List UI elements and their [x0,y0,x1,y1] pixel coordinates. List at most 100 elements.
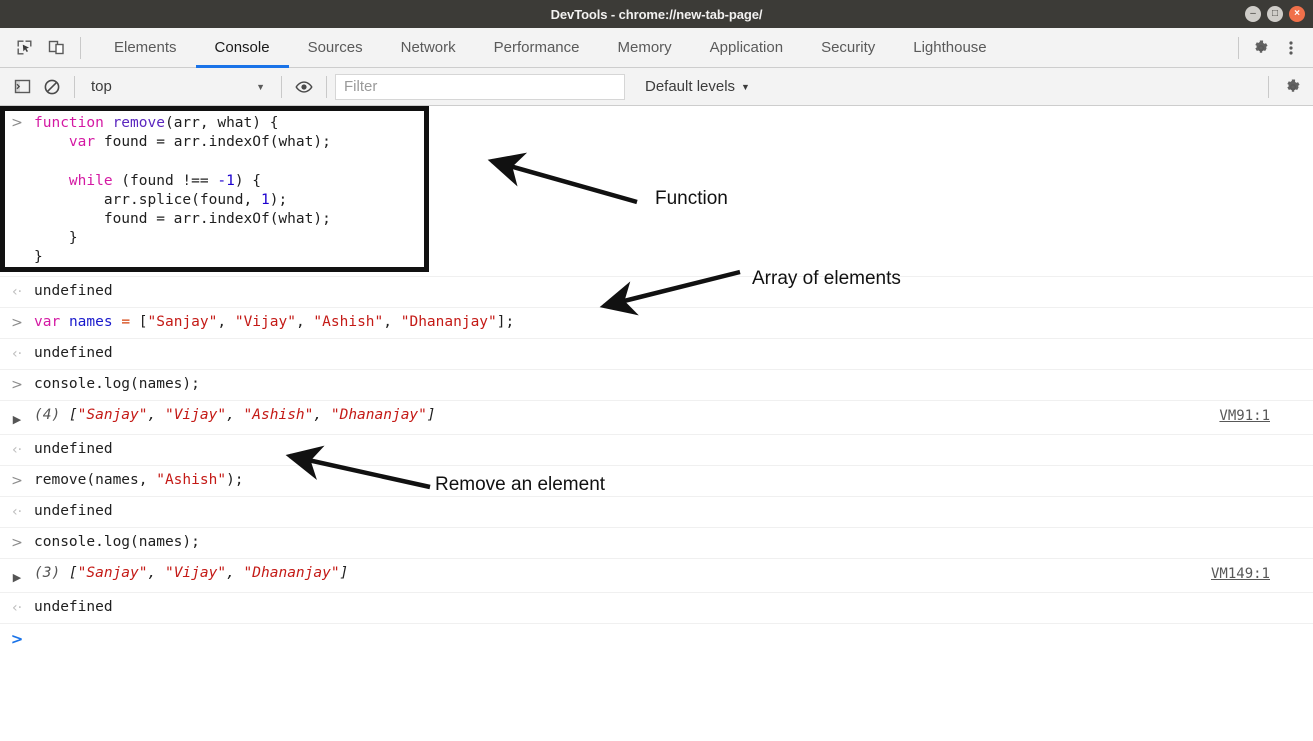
devtools-tool-icons [0,28,95,67]
code-token: "Dhananjay" [330,406,427,423]
tab-lighthouse-label: Lighthouse [913,39,987,56]
tab-console[interactable]: Console [195,28,289,68]
tab-elements[interactable]: Elements [95,28,196,67]
gear-icon [1255,40,1268,53]
tabbar-right-controls [1232,28,1313,67]
code-token: [ [68,406,78,423]
tab-elements-label: Elements [114,39,177,56]
code-token: -1 [217,172,235,189]
code-token: undefined [34,344,113,361]
minimize-button[interactable]: – [1245,6,1261,22]
input-prompt-icon: > [11,314,23,331]
tab-sources[interactable]: Sources [289,28,382,67]
code-token: "Ashish" [156,471,227,488]
code-token: "Vijay" [234,313,296,330]
chevron-down-icon: ▼ [256,81,265,92]
console-sidebar-toggle-button[interactable] [8,73,36,101]
console-row-remove-call[interactable]: > remove(names, "Ashish"); [0,466,1313,497]
code-token: console.log(names); [34,533,200,550]
execution-context-select[interactable]: top ▼ [83,74,273,100]
devtools-tabbar: Elements Console Sources Network Perform… [0,28,1313,68]
code-token: [ [68,564,78,581]
expand-arrow-icon[interactable]: ▶ [0,406,34,429]
tab-lighthouse[interactable]: Lighthouse [894,28,1005,67]
console-toolbar-divider-3 [326,75,327,98]
code-token: found = arr.indexOf(what); [34,211,331,228]
output-prompt-icon: ‹· [11,441,23,458]
clear-console-button[interactable] [38,73,66,101]
inspect-element-button[interactable] [10,34,38,62]
console-row-content: undefined [34,282,1313,301]
window-controls: – □ × [1245,0,1305,28]
console-settings-button[interactable] [1279,73,1307,101]
code-token: console.log(names); [34,375,200,392]
console-row-content: remove(names, "Ashish"); [34,471,1313,490]
input-prompt-icon: > [11,376,23,393]
console-row-content: (4) ["Sanjay", "Vijay", "Ashish", "Dhana… [34,406,1313,425]
close-button[interactable]: × [1289,6,1305,22]
console-toolbar-divider-2 [281,75,282,98]
code-token: var [68,134,96,151]
window-titlebar: DevTools - chrome://new-tab-page/ – □ × [0,0,1313,28]
live-expression-icon [295,80,313,93]
console-row-undefined-5[interactable]: ‹· undefined [0,593,1313,624]
console-row-function-definition[interactable]: > function remove(arr, what) { var found… [0,106,1313,277]
code-token: undefined [34,282,113,299]
live-expression-button[interactable] [290,73,318,101]
console-row-undefined-4[interactable]: ‹· undefined [0,497,1313,528]
console-row-content: (3) ["Sanjay", "Vijay", "Dhananjay"] [34,564,1313,583]
code-token: while [68,172,113,189]
console-row-var-names[interactable]: > var names = ["Sanjay", "Vijay", "Ashish… [0,308,1313,339]
log-levels-select[interactable]: Default levels ▼ [639,74,756,100]
console-row-undefined-3[interactable]: ‹· undefined [0,435,1313,466]
code-token: , [295,313,314,330]
code-token: remove [112,115,165,131]
device-toolbar-button[interactable] [42,34,70,62]
code-token: "Dhananjay" [400,313,497,330]
source-link[interactable]: VM91:1 [1219,407,1270,426]
tab-security[interactable]: Security [802,28,894,67]
console-row-array-4[interactable]: ▶ (4) ["Sanjay", "Vijay", "Ashish", "Dhan… [0,400,1313,435]
console-row-undefined-1[interactable]: ‹· undefined [0,277,1313,308]
console-active-prompt-row[interactable]: > [0,624,1313,654]
code-token: "Dhananjay" [243,564,340,581]
tab-memory[interactable]: Memory [599,28,691,67]
console-row-content: console.log(names); [34,533,1313,552]
console-toolbar-divider-4 [1268,75,1269,98]
input-prompt-icon: > [11,534,23,551]
console-code-block: function remove(arr, what) { var found =… [34,114,331,268]
code-token: !== [182,172,209,189]
gear-icon [1287,79,1300,92]
code-token: (found [112,172,183,189]
expand-arrow-icon[interactable]: ▶ [0,564,34,587]
source-link[interactable]: VM149:1 [1211,565,1270,584]
devtools-settings-button[interactable] [1247,34,1275,62]
console-row-log-names-2[interactable]: > console.log(names); [0,528,1313,559]
code-token: undefined [34,502,113,519]
filter-input[interactable] [335,73,625,100]
code-token: , [313,406,331,423]
code-token: arr.splice(found, [34,191,261,208]
devtools-tabs: Elements Console Sources Network Perform… [95,28,1006,68]
console-message-list[interactable]: > function remove(arr, what) { var found… [0,106,1313,741]
code-line: while (found !== -1) { [34,172,331,191]
tab-network[interactable]: Network [382,28,475,67]
code-token: = [121,313,131,330]
console-row-array-3[interactable]: ▶ (3) ["Sanjay", "Vijay", "Dhananjay"] VM1… [0,558,1313,593]
code-line: } [34,248,331,267]
console-rows: ‹· undefined > var names = ["Sanjay", "Vija… [0,277,1313,624]
code-token: undefined [34,598,113,615]
code-line [34,152,331,171]
console-row-undefined-2[interactable]: ‹· undefined [0,339,1313,370]
chevron-down-icon: ▼ [741,81,750,92]
devtools-more-button[interactable] [1277,34,1305,62]
tab-performance[interactable]: Performance [475,28,599,67]
maximize-button[interactable]: □ [1267,6,1283,22]
close-icon: × [1294,8,1300,19]
code-token: "Sanjay" [147,313,218,330]
console-row-log-names-1[interactable]: > console.log(names); [0,370,1313,401]
tab-application[interactable]: Application [691,28,802,67]
code-token: = [156,134,165,151]
code-token: "Vijay" [164,406,227,423]
